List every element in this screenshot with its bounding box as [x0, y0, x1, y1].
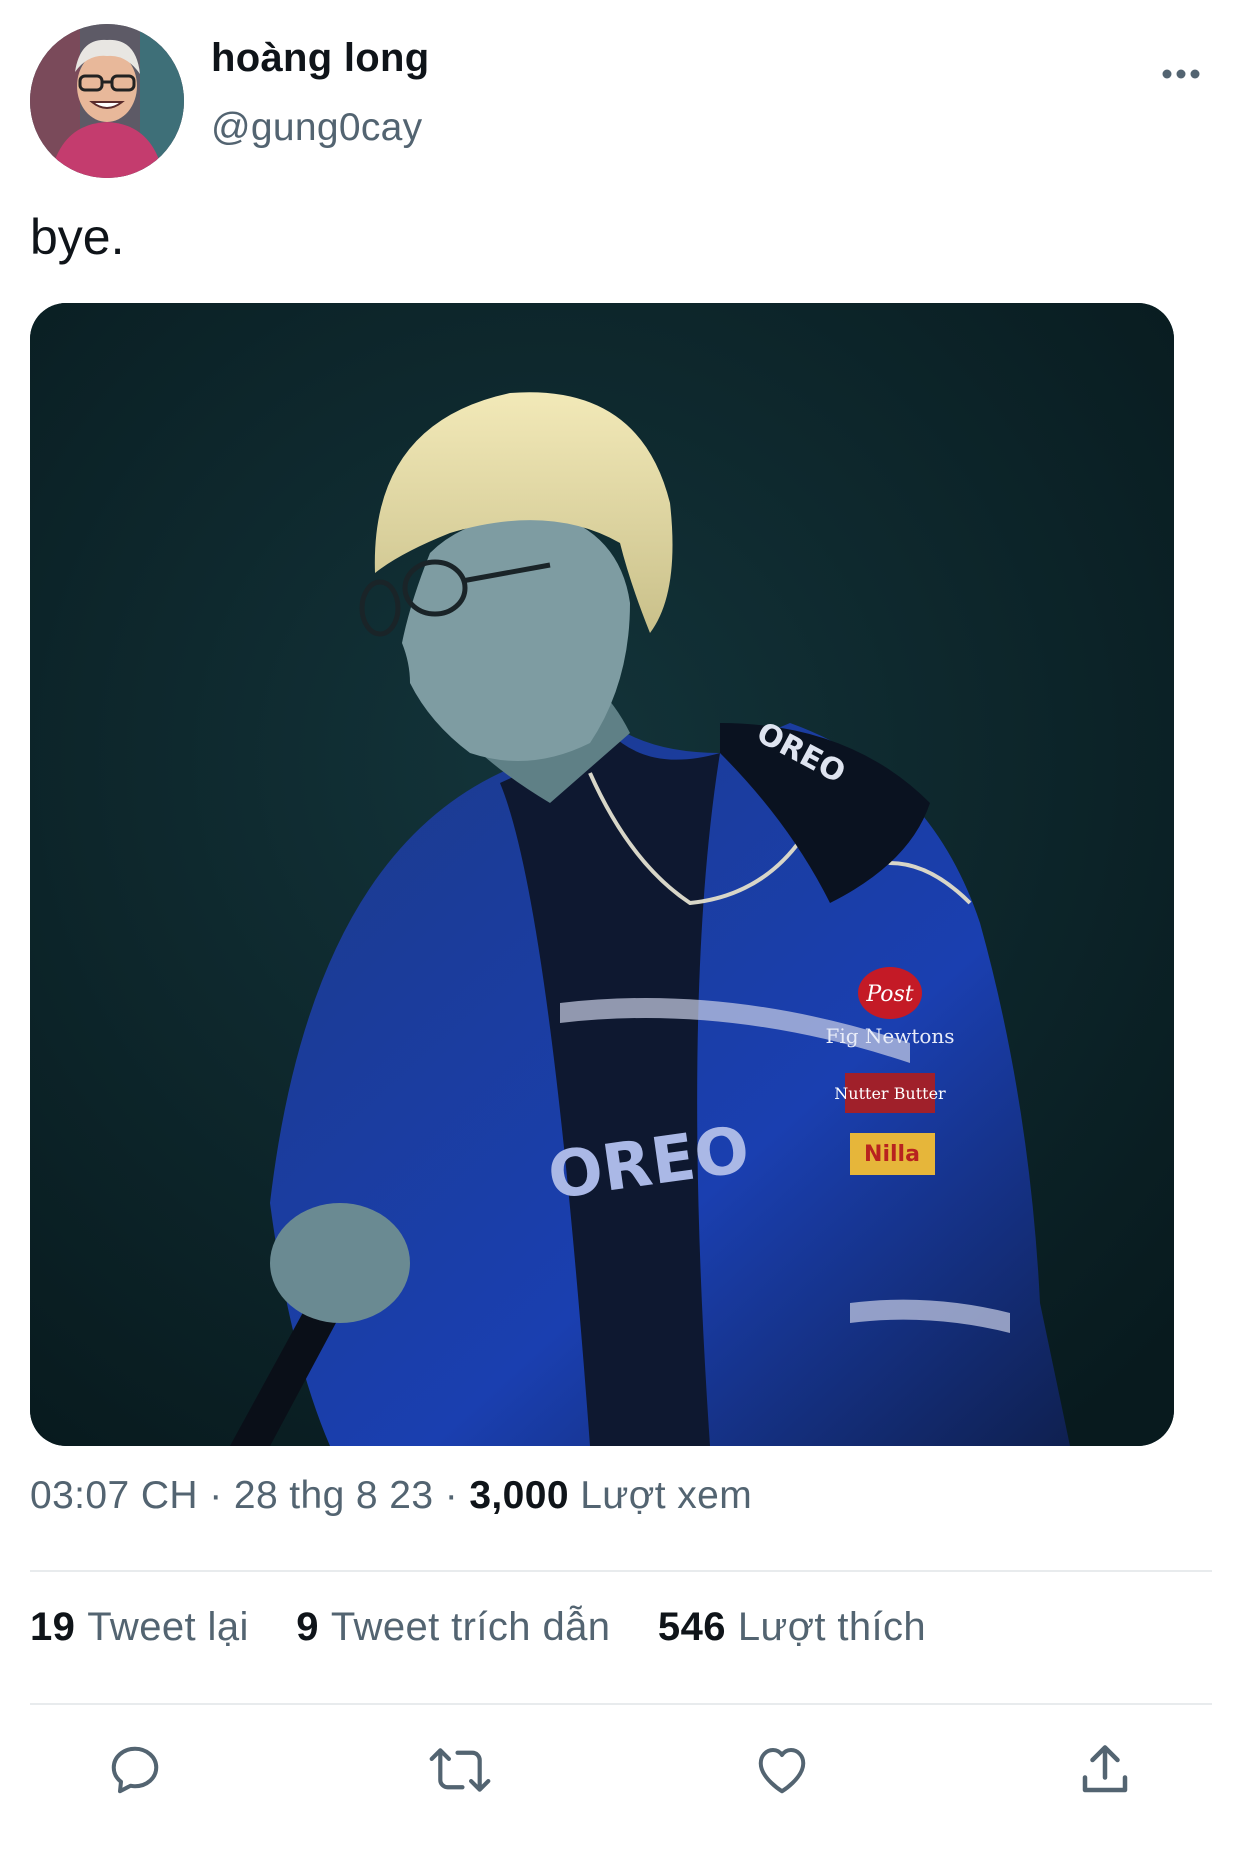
- share-icon: [1082, 1745, 1128, 1793]
- avatar[interactable]: [30, 24, 184, 178]
- reply-icon: [111, 1746, 159, 1794]
- jersey-text-post: Post: [865, 982, 913, 1007]
- action-bar: [0, 1730, 1242, 1830]
- views-count: 3,000: [469, 1474, 569, 1517]
- performer-photo: OREO Post Fig Newtons Nutter Butter Nill…: [30, 303, 1174, 1446]
- quotes-label: Tweet trích dẫn: [330, 1605, 611, 1649]
- tweet-photo[interactable]: OREO Post Fig Newtons Nutter Butter Nill…: [30, 303, 1174, 1446]
- tweet-meta: 03:07 CH · 28 thg 8 23 · 3,000 Lượt xem: [30, 1474, 752, 1518]
- more-options-button[interactable]: [1152, 56, 1210, 92]
- user-handle[interactable]: @gung0cay: [211, 106, 422, 150]
- retweets-count: 19: [30, 1605, 76, 1649]
- jersey-text-fig-newtons: Fig Newtons: [825, 1024, 954, 1048]
- display-name[interactable]: hoàng long: [211, 36, 430, 81]
- retweet-button[interactable]: [410, 1730, 510, 1810]
- meta-separator: ·: [209, 1474, 223, 1517]
- jersey-text-nilla: Nilla: [864, 1142, 920, 1167]
- quotes-count: 9: [296, 1605, 319, 1649]
- retweet-icon: [429, 1748, 491, 1792]
- meta-separator: ·: [444, 1474, 459, 1517]
- divider: [30, 1570, 1212, 1572]
- share-button[interactable]: [1055, 1730, 1155, 1810]
- divider: [30, 1703, 1212, 1705]
- likes-label: Lượt thích: [737, 1605, 927, 1649]
- retweets-stat[interactable]: 19 Tweet lại: [30, 1605, 249, 1650]
- reply-button[interactable]: [85, 1730, 185, 1810]
- more-horizontal-icon: [1162, 69, 1200, 79]
- heart-icon: [758, 1748, 806, 1794]
- like-button[interactable]: [732, 1730, 832, 1810]
- likes-count: 546: [657, 1605, 726, 1649]
- jersey-text-nutter-butter: Nutter Butter: [834, 1084, 946, 1103]
- retweets-label: Tweet lại: [87, 1605, 249, 1649]
- tweet-header: hoàng long @gung0cay: [0, 0, 1242, 200]
- tweet-date[interactable]: 28 thg 8 23: [234, 1474, 434, 1517]
- quotes-stat[interactable]: 9 Tweet trích dẫn: [296, 1605, 610, 1650]
- views-label: Lượt xem: [580, 1474, 753, 1517]
- tweet-time[interactable]: 03:07 CH: [30, 1474, 198, 1517]
- likes-stat[interactable]: 546 Lượt thích: [658, 1605, 926, 1650]
- tweet-text: bye.: [30, 209, 125, 265]
- engagement-stats: 19 Tweet lại 9 Tweet trích dẫn 546 Lượt thí…: [30, 1605, 962, 1650]
- avatar-image: [30, 24, 184, 178]
